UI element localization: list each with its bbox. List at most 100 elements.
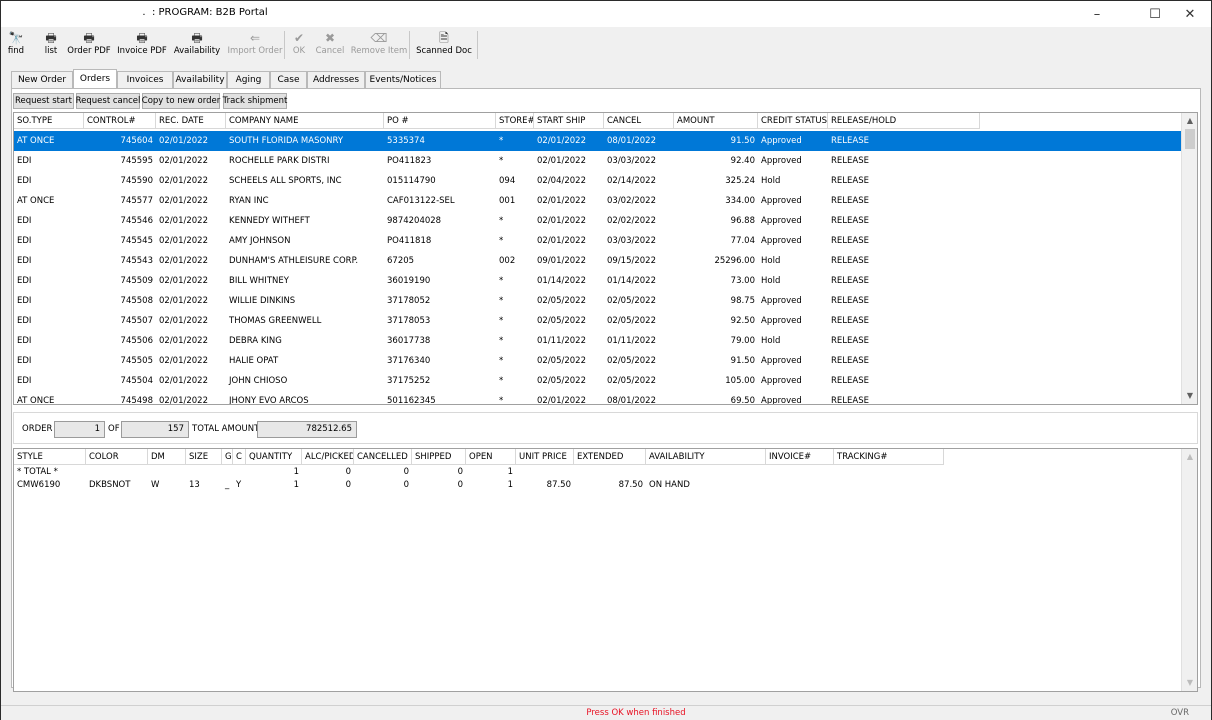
column-header-amount[interactable]: AMOUNT — [674, 113, 758, 129]
table-row[interactable]: EDI 745506 02/01/2022 DEBRA KING 36017738 * 01… — [14, 331, 1181, 351]
ok-label: OK — [292, 46, 306, 56]
detail-header-extended[interactable]: EXTENDED — [574, 449, 646, 465]
tab-events-notices[interactable]: Events/Notices — [365, 71, 441, 88]
column-header-control[interactable]: CONTROL# — [84, 113, 156, 129]
detail-header-dm[interactable]: DM — [148, 449, 186, 465]
detail-header-size[interactable]: SIZE — [186, 449, 222, 465]
column-header-start-ship[interactable]: START SHIP — [534, 113, 604, 129]
order-pdf-button[interactable]: 🖶 Order PDF — [64, 30, 114, 60]
cell-start-ship: 02/01/2022 — [537, 136, 586, 146]
cell-po: 015114790 — [387, 176, 436, 186]
detail-cell-color: DKBSNOT — [89, 480, 131, 490]
detail-header-unit-price[interactable]: UNIT PRICE — [516, 449, 574, 465]
list-label: list — [44, 46, 58, 56]
copy-to-new-order-button[interactable]: Copy to new order — [142, 93, 220, 109]
scroll-down-icon[interactable]: ▼ — [1182, 388, 1197, 404]
cell-release-hold: RELEASE — [831, 256, 869, 266]
detail-header-c[interactable]: C — [233, 449, 246, 465]
list-item[interactable]: CMW6190 DKBSNOT W 13 _ Y 1 0 0 0 1 87.50 87.50 ON HAN… — [14, 479, 944, 492]
scroll-thumb[interactable] — [1185, 129, 1195, 149]
list-button[interactable]: 🖶 list — [39, 30, 63, 60]
cell-release-hold: RELEASE — [831, 316, 869, 326]
detail-header-open[interactable]: OPEN — [466, 449, 516, 465]
cell-release-hold: RELEASE — [831, 156, 869, 166]
table-row[interactable]: AT ONCE 745498 02/01/2022 JHONY EVO ARCOS 50… — [14, 391, 1181, 405]
track-shipment-button[interactable]: Track shipment — [223, 93, 287, 109]
column-header-credit-status[interactable]: CREDIT STATUS — [758, 113, 828, 129]
detail-header-shipped[interactable]: SHIPPED — [412, 449, 466, 465]
scroll-up-icon[interactable]: ▲ — [1182, 113, 1197, 129]
tab-orders[interactable]: Orders — [73, 69, 117, 88]
minimize-icon[interactable]: – — [1074, 1, 1120, 27]
list-item[interactable]: * TOTAL * 1 0 0 0 1 — [14, 466, 944, 479]
find-button[interactable]: 🔭 find — [5, 30, 27, 60]
table-row[interactable]: EDI 745509 02/01/2022 BILL WHITNEY 36019190 *… — [14, 271, 1181, 291]
cell-amount: 69.50 — [730, 396, 755, 405]
scroll-up-icon[interactable]: ▲ — [1182, 449, 1197, 465]
cell-control: 745577 — [120, 196, 153, 206]
tab-new-order[interactable]: New Order — [11, 71, 73, 88]
cell-control: 745507 — [120, 316, 153, 326]
cell-so-type: AT ONCE — [17, 396, 55, 405]
scroll-down-icon[interactable]: ▼ — [1182, 675, 1197, 691]
total-amount-field: 782512.65 — [257, 421, 357, 438]
details-grid[interactable]: STYLE COLOR DM SIZE G C QUANTITY ALC/PICKED CANC… — [13, 448, 1198, 692]
detail-header-tracking[interactable]: TRACKING# — [834, 449, 944, 465]
tab-invoices[interactable]: Invoices — [117, 71, 173, 88]
detail-cell-cancelled: 0 — [403, 467, 409, 477]
status-bar: Press OK when finished OVR — [1, 705, 1211, 720]
detail-header-color[interactable]: COLOR — [86, 449, 148, 465]
cell-release-hold: RELEASE — [831, 176, 869, 186]
invoice-pdf-button[interactable]: 🖶 Invoice PDF — [115, 30, 169, 60]
close-icon[interactable]: ✕ — [1167, 1, 1212, 27]
tab-availability[interactable]: Availability — [173, 71, 227, 88]
column-header-rec-date[interactable]: REC. DATE — [156, 113, 226, 129]
detail-header-availability[interactable]: AVAILABILITY — [646, 449, 766, 465]
column-header-release-hold[interactable]: RELEASE/HOLD — [828, 113, 980, 129]
tab-case[interactable]: Case — [270, 71, 307, 88]
orders-scrollbar[interactable]: ▲ ▼ — [1181, 113, 1197, 404]
detail-header-cancelled[interactable]: CANCELLED — [354, 449, 412, 465]
column-header-so-type[interactable]: SO.TYPE — [14, 113, 84, 129]
table-row[interactable]: EDI 745508 02/01/2022 WILLIE DINKINS 3717805… — [14, 291, 1181, 311]
cancel-button[interactable]: ✖ Cancel — [313, 30, 347, 60]
table-row[interactable]: EDI 745507 02/01/2022 THOMAS GREENWELL 37178… — [14, 311, 1181, 331]
detail-cell-open: 1 — [507, 467, 513, 477]
table-row[interactable]: EDI 745543 02/01/2022 DUNHAM'S ATHLEISURE C… — [14, 251, 1181, 271]
table-row[interactable]: EDI 745595 02/01/2022 ROCHELLE PARK DISTRI P… — [14, 151, 1181, 171]
detail-header-alc-picked[interactable]: ALC/PICKED — [302, 449, 354, 465]
ok-button[interactable]: ✔ OK — [289, 30, 309, 60]
detail-header-invoice[interactable]: INVOICE# — [766, 449, 834, 465]
table-row[interactable]: EDI 745590 02/01/2022 SCHEELS ALL SPORTS, I… — [14, 171, 1181, 191]
remove-item-button[interactable]: ⌫ Remove Item — [350, 30, 408, 60]
orders-grid-header: SO.TYPE CONTROL# REC. DATE COMPANY NAME PO #… — [14, 113, 980, 129]
column-header-po[interactable]: PO # — [384, 113, 496, 129]
scanned-doc-label: Scanned Doc — [416, 46, 472, 56]
detail-cell-quantity: 1 — [293, 467, 299, 477]
column-header-company-name[interactable]: COMPANY NAME — [226, 113, 384, 129]
request-cancel-button[interactable]: Request cancel — [76, 93, 140, 109]
cell-credit-status: Hold — [761, 276, 781, 286]
table-row[interactable]: EDI 745505 02/01/2022 HALIE OPAT 37176340 * 02… — [14, 351, 1181, 371]
details-scrollbar[interactable]: ▲ ▼ — [1181, 449, 1197, 691]
detail-header-g[interactable]: G — [222, 449, 233, 465]
scanned-doc-button[interactable]: 🗎 Scanned Doc — [414, 30, 474, 60]
table-row[interactable]: EDI 745546 02/01/2022 KENNEDY WITHEFT 987420… — [14, 211, 1181, 231]
table-row[interactable]: AT ONCE 745577 02/01/2022 RYAN INC CAF013122… — [14, 191, 1181, 211]
column-header-cancel[interactable]: CANCEL — [604, 113, 674, 129]
tab-aging[interactable]: Aging — [227, 71, 270, 88]
column-header-store[interactable]: STORE# — [496, 113, 534, 129]
orders-grid[interactable]: SO.TYPE CONTROL# REC. DATE COMPANY NAME PO #… — [13, 112, 1198, 405]
table-row[interactable]: EDI 745504 02/01/2022 JOHN CHIOSO 37175252 * 0… — [14, 371, 1181, 391]
availability-button[interactable]: 🖶 Availability — [170, 30, 224, 60]
cell-rec-date: 02/01/2022 — [159, 156, 208, 166]
request-start-button[interactable]: Request start — [13, 93, 74, 109]
table-row[interactable]: AT ONCE 745604 02/01/2022 SOUTH FLORIDA MAS… — [14, 131, 1181, 151]
detail-header-style[interactable]: STYLE — [14, 449, 86, 465]
cell-start-ship: 02/01/2022 — [537, 196, 586, 206]
detail-header-quantity[interactable]: QUANTITY — [246, 449, 302, 465]
table-row[interactable]: EDI 745545 02/01/2022 AMY JOHNSON PO411818 * 0… — [14, 231, 1181, 251]
tab-addresses[interactable]: Addresses — [307, 71, 365, 88]
cell-control: 745505 — [120, 356, 153, 366]
import-order-button[interactable]: ⇐ Import Order — [226, 30, 284, 60]
